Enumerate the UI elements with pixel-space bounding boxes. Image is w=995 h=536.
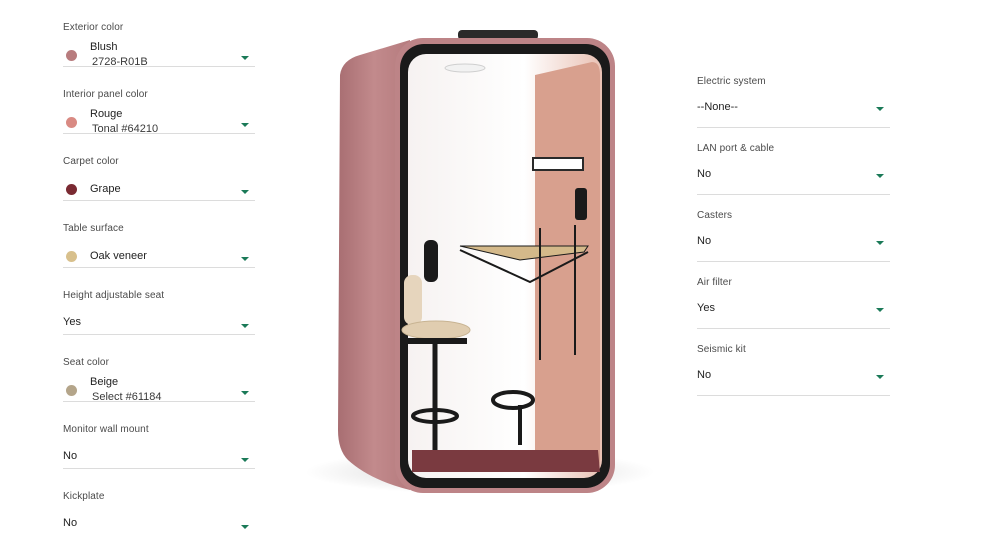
option-seat-color[interactable]: Seat color Beige Select #61184 [63,335,255,403]
option-exterior-color[interactable]: Exterior color Blush 2728-R01B [63,0,255,68]
option-carpet-color[interactable]: Carpet color Grape [63,134,255,201]
phone-booth-image [305,30,655,494]
wall-control-panel [575,188,587,220]
color-swatch [66,385,77,396]
option-label: Seat color [63,357,110,368]
option-value: Yes [63,316,81,328]
option-label: Seismic kit [697,344,746,355]
option-label: Height adjustable seat [63,290,165,301]
dropdown-caret-icon[interactable] [241,324,249,328]
dropdown-caret-icon[interactable] [241,190,249,194]
dropdown-caret-icon[interactable] [241,525,249,529]
left-options-column: Exterior color Blush 2728-R01B Interior … [63,0,255,536]
color-swatch [66,117,77,128]
seat-base [407,338,467,344]
option-kickplate[interactable]: Kickplate No [63,469,255,536]
color-swatch [66,184,77,195]
option-label: Monitor wall mount [63,424,149,435]
option-value: Rouge [90,108,123,120]
seat-cushion [401,320,471,340]
option-label: Table surface [63,223,124,234]
carpet-floor [412,450,600,472]
option-height-adjustable-seat[interactable]: Height adjustable seat Yes [63,268,255,335]
dropdown-caret-icon[interactable] [241,458,249,462]
divider [697,395,890,396]
dropdown-caret-icon[interactable] [876,375,884,379]
dropdown-caret-icon[interactable] [241,123,249,127]
ceiling-light [444,63,486,73]
option-value: Grape [90,183,121,195]
option-label: Kickplate [63,491,105,502]
option-value: No [63,517,78,529]
option-value: No [697,369,712,381]
option-value: Beige [90,376,119,388]
option-value: No [63,450,78,462]
option-interior-panel-color[interactable]: Interior panel color Rouge Tonal #64210 [63,67,255,135]
option-label: Interior panel color [63,89,148,100]
option-table-surface[interactable]: Table surface Oak veneer [63,201,255,268]
option-label: Carpet color [63,156,119,167]
dropdown-caret-icon[interactable] [241,391,249,395]
wall-light-bar [532,157,584,171]
interior-rouge-panel [535,62,600,472]
seat-backrest [404,275,422,325]
dropdown-caret-icon[interactable] [241,257,249,261]
option-value: Oak veneer [90,250,147,262]
option-label: Exterior color [63,22,124,33]
color-swatch [66,50,77,61]
option-value: Blush [90,41,118,53]
wall-hook [424,240,438,282]
option-monitor-wall-mount[interactable]: Monitor wall mount No [63,402,255,469]
color-swatch [66,251,77,262]
dropdown-caret-icon[interactable] [241,56,249,60]
option-seismic-kit[interactable]: Seismic kit No [697,268,890,396]
